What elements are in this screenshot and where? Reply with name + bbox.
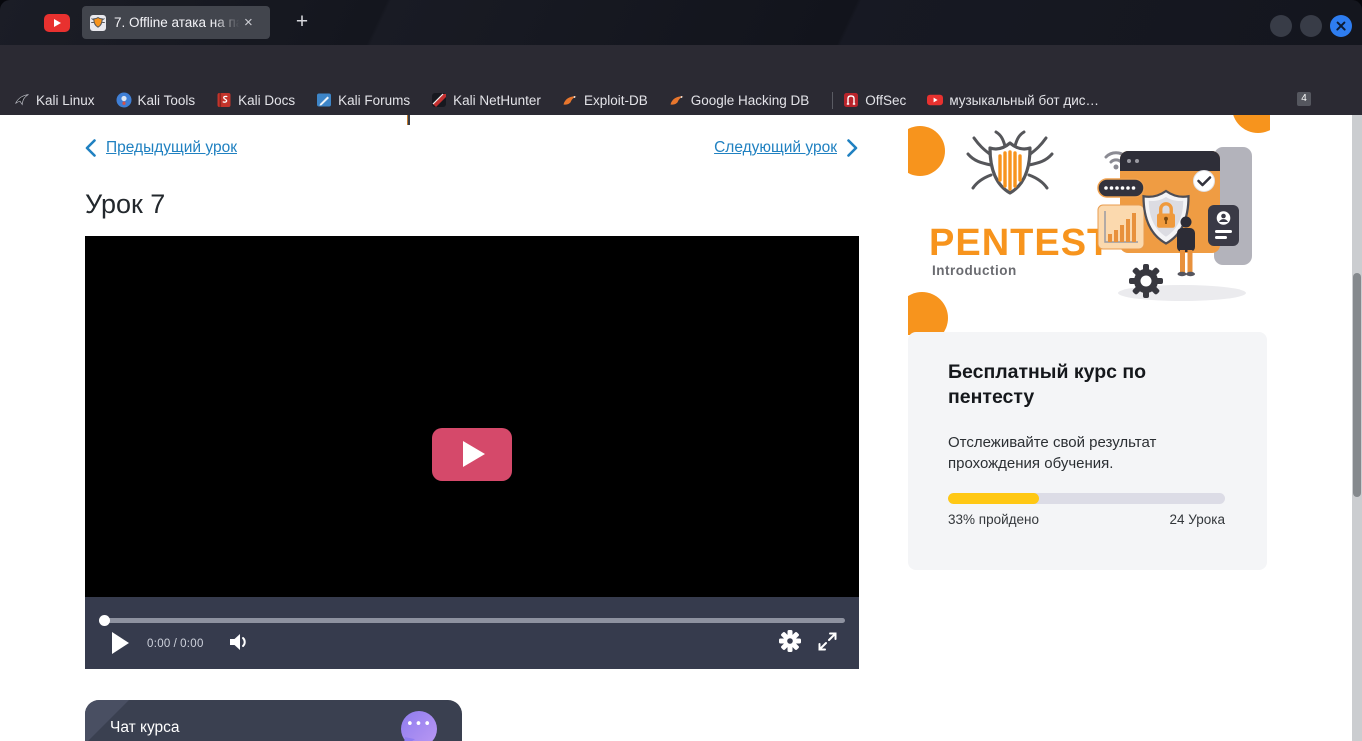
bookmark-label: OffSec	[865, 93, 906, 108]
bookmark-label: Exploit-DB	[584, 93, 648, 108]
window-controls	[1270, 15, 1352, 37]
bookmark-music-bot[interactable]: музыкальный бот дис…	[927, 92, 1099, 108]
tab-close-icon[interactable]: ×	[244, 15, 253, 31]
chat-title: Чат курса	[110, 719, 180, 737]
course-progress-fill	[948, 493, 1039, 504]
security-illustration	[1098, 147, 1252, 301]
video-screen[interactable]	[85, 236, 859, 597]
duration: 0:00	[180, 638, 204, 650]
kali-tools-icon	[116, 92, 132, 108]
video-controls-bar: 0:00/0:00	[85, 597, 859, 669]
youtube-icon	[44, 14, 70, 32]
bookmark-label: Kali Forums	[338, 93, 410, 108]
bookmark-label: музыкальный бот дис…	[949, 93, 1099, 108]
bookmark-label: Kali NetHunter	[453, 93, 541, 108]
course-card-title: Бесплатный курс по пентесту	[948, 360, 1203, 410]
next-lesson-label: Следующий урок	[714, 139, 837, 157]
spider-shield-logo	[968, 132, 1052, 193]
volume-button[interactable]	[229, 632, 251, 657]
course-banner: PENTEST Introduction	[908, 115, 1270, 335]
exploit-db-bird-icon	[562, 92, 578, 108]
extension-badge: 4	[1297, 92, 1311, 106]
active-tab[interactable]: 7. Offline атака на парол ×	[82, 6, 270, 39]
chat-bubble-icon[interactable]: •••	[401, 711, 437, 741]
volume-icon	[229, 632, 251, 652]
minimize-button[interactable]	[1270, 15, 1292, 37]
maximize-button[interactable]	[1300, 15, 1322, 37]
bookmark-kali-nethunter[interactable]: Kali NetHunter	[431, 92, 541, 108]
bookmark-offsec[interactable]: OffSec	[843, 92, 906, 108]
bookmark-kali-linux[interactable]: Kali Linux	[14, 92, 95, 108]
bookmark-label: Kali Docs	[238, 93, 295, 108]
chat-dots: •••	[401, 717, 437, 732]
bookmark-kali-docs[interactable]: Kali Docs	[216, 92, 295, 108]
pinned-tab-youtube[interactable]	[44, 14, 72, 33]
kali-nethunter-icon	[431, 92, 447, 108]
course-progress-stats: 33% пройдено 24 Урока	[948, 512, 1225, 527]
bookmark-google-hacking-db[interactable]: Google Hacking DB	[669, 92, 810, 108]
banner-brand: PENTEST	[929, 222, 1111, 264]
close-button[interactable]	[1330, 15, 1352, 37]
codeby-favicon-icon	[90, 15, 106, 31]
kali-forums-icon	[316, 92, 332, 108]
banner-subtitle: Introduction	[932, 263, 1017, 278]
partial-scrolled-text	[407, 115, 410, 125]
browser-window: 7. Offline атака на парол × +	[0, 0, 1362, 741]
course-chat-panel[interactable]: Чат курса •••	[85, 700, 462, 741]
tab-bar: 7. Offline атака на парол × +	[0, 0, 1362, 45]
fullscreen-button[interactable]	[818, 632, 837, 656]
page-content: Предыдущий урок Следующий урок Урок 7 0:…	[0, 115, 1362, 741]
seek-knob[interactable]	[99, 615, 110, 626]
kali-dragon-icon	[14, 92, 30, 108]
fullscreen-icon	[818, 632, 837, 651]
google-hacking-db-bird-icon	[669, 92, 685, 108]
page-scrollbar[interactable]	[1352, 115, 1362, 741]
big-play-button[interactable]	[432, 428, 512, 481]
previous-lesson-label: Предыдущий урок	[106, 139, 237, 157]
bookmark-exploit-db[interactable]: Exploit-DB	[562, 92, 648, 108]
video-player: 0:00/0:00	[85, 236, 859, 669]
course-progress-card: Бесплатный курс по пентесту Отслеживайте…	[908, 332, 1267, 570]
course-card-description: Отслеживайте свой результат прохождения …	[948, 432, 1228, 474]
kali-docs-icon	[216, 92, 232, 108]
previous-lesson-link[interactable]: Предыдущий урок	[85, 139, 237, 157]
chevron-left-icon	[85, 139, 96, 157]
new-tab-button[interactable]: +	[288, 8, 316, 36]
youtube-icon	[927, 92, 943, 108]
lessons-count-label: 24 Урока	[1170, 512, 1225, 527]
progress-percent-label: 33% пройдено	[948, 512, 1039, 527]
offsec-icon	[843, 92, 859, 108]
time-display: 0:00/0:00	[147, 638, 204, 650]
current-time: 0:00	[147, 638, 171, 650]
next-lesson-link[interactable]: Следующий урок	[714, 139, 858, 157]
gear-illustration	[1129, 264, 1163, 298]
time-separator: /	[174, 638, 178, 650]
bookmark-label: Kali Linux	[36, 93, 95, 108]
chevron-right-icon	[847, 139, 858, 157]
bookmarks-separator	[832, 92, 833, 109]
gear-icon	[779, 630, 801, 652]
course-progress-bar	[948, 493, 1225, 504]
settings-button[interactable]	[779, 630, 801, 657]
bookmark-label: Kali Tools	[138, 93, 196, 108]
scrollbar-thumb[interactable]	[1353, 273, 1361, 497]
seek-track[interactable]	[103, 618, 845, 623]
play-button[interactable]	[112, 632, 129, 654]
bookmark-kali-tools[interactable]: Kali Tools	[116, 92, 196, 108]
bookmark-label: Google Hacking DB	[691, 93, 810, 108]
lesson-heading: Урок 7	[85, 189, 165, 220]
pentest-banner-illustration: PENTEST Introduction	[908, 115, 1270, 335]
seek-bar[interactable]	[99, 614, 845, 626]
bookmarks-toolbar: Kali Linux Kali Tools Kali Docs Kali F	[0, 85, 1362, 115]
navigation-toolbar: https://codeby.school/training/view/urok…	[0, 45, 1362, 85]
bookmark-kali-forums[interactable]: Kali Forums	[316, 92, 410, 108]
tab-title: 7. Offline атака на парол	[114, 15, 242, 30]
